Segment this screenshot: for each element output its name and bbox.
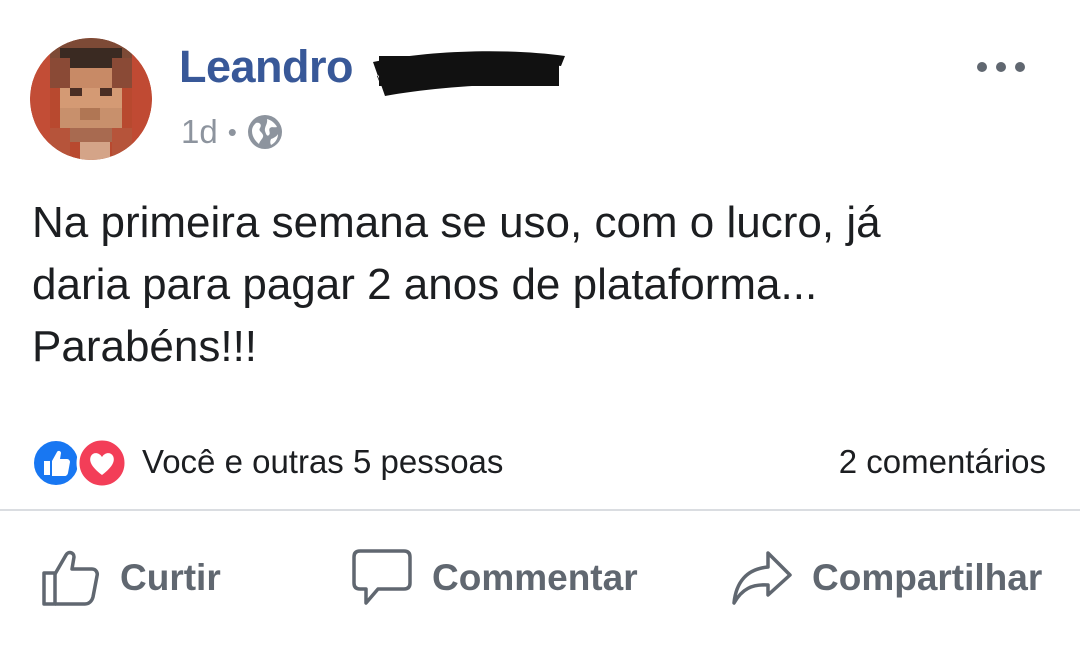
share-label: Compartilhar — [812, 557, 1043, 598]
like-button[interactable]: Curtir — [40, 540, 221, 616]
post-timestamp[interactable]: 1d — [181, 110, 218, 154]
author-header: Leandro — [179, 38, 579, 98]
like-label: Curtir — [120, 557, 221, 598]
post-text: Na primeira semana se uso, com o lucro, … — [32, 198, 881, 371]
love-reaction-icon — [76, 437, 128, 489]
more-dots-icon — [977, 62, 1025, 72]
like-reaction-icon — [32, 439, 80, 487]
author-name[interactable]: Leandro — [179, 38, 354, 96]
avatar-image — [30, 38, 152, 160]
share-button[interactable]: Compartilhar — [730, 540, 1042, 616]
divider — [0, 509, 1080, 511]
comment-button[interactable]: Commentar — [350, 540, 638, 616]
redaction-scribble — [373, 51, 565, 96]
reactions-summary[interactable]: Você e outras 5 pessoas — [32, 437, 503, 489]
reactions-count-text[interactable]: Você e outras 5 pessoas — [142, 437, 503, 487]
comments-count[interactable]: 2 comentários — [839, 437, 1046, 487]
comment-bubble-icon — [352, 549, 412, 605]
share-arrow-icon — [732, 551, 792, 605]
avatar[interactable] — [30, 38, 152, 160]
globe-icon — [247, 114, 283, 150]
thumbs-up-icon — [42, 550, 99, 606]
meta-separator: • — [227, 117, 237, 147]
comment-label: Commentar — [432, 557, 638, 598]
reaction-icons — [32, 437, 132, 489]
post-meta: 1d • — [181, 110, 283, 154]
more-options-button[interactable] — [970, 48, 1032, 86]
facebook-post: Leandro 1d • Na primeira semana se uso, … — [0, 0, 1080, 651]
